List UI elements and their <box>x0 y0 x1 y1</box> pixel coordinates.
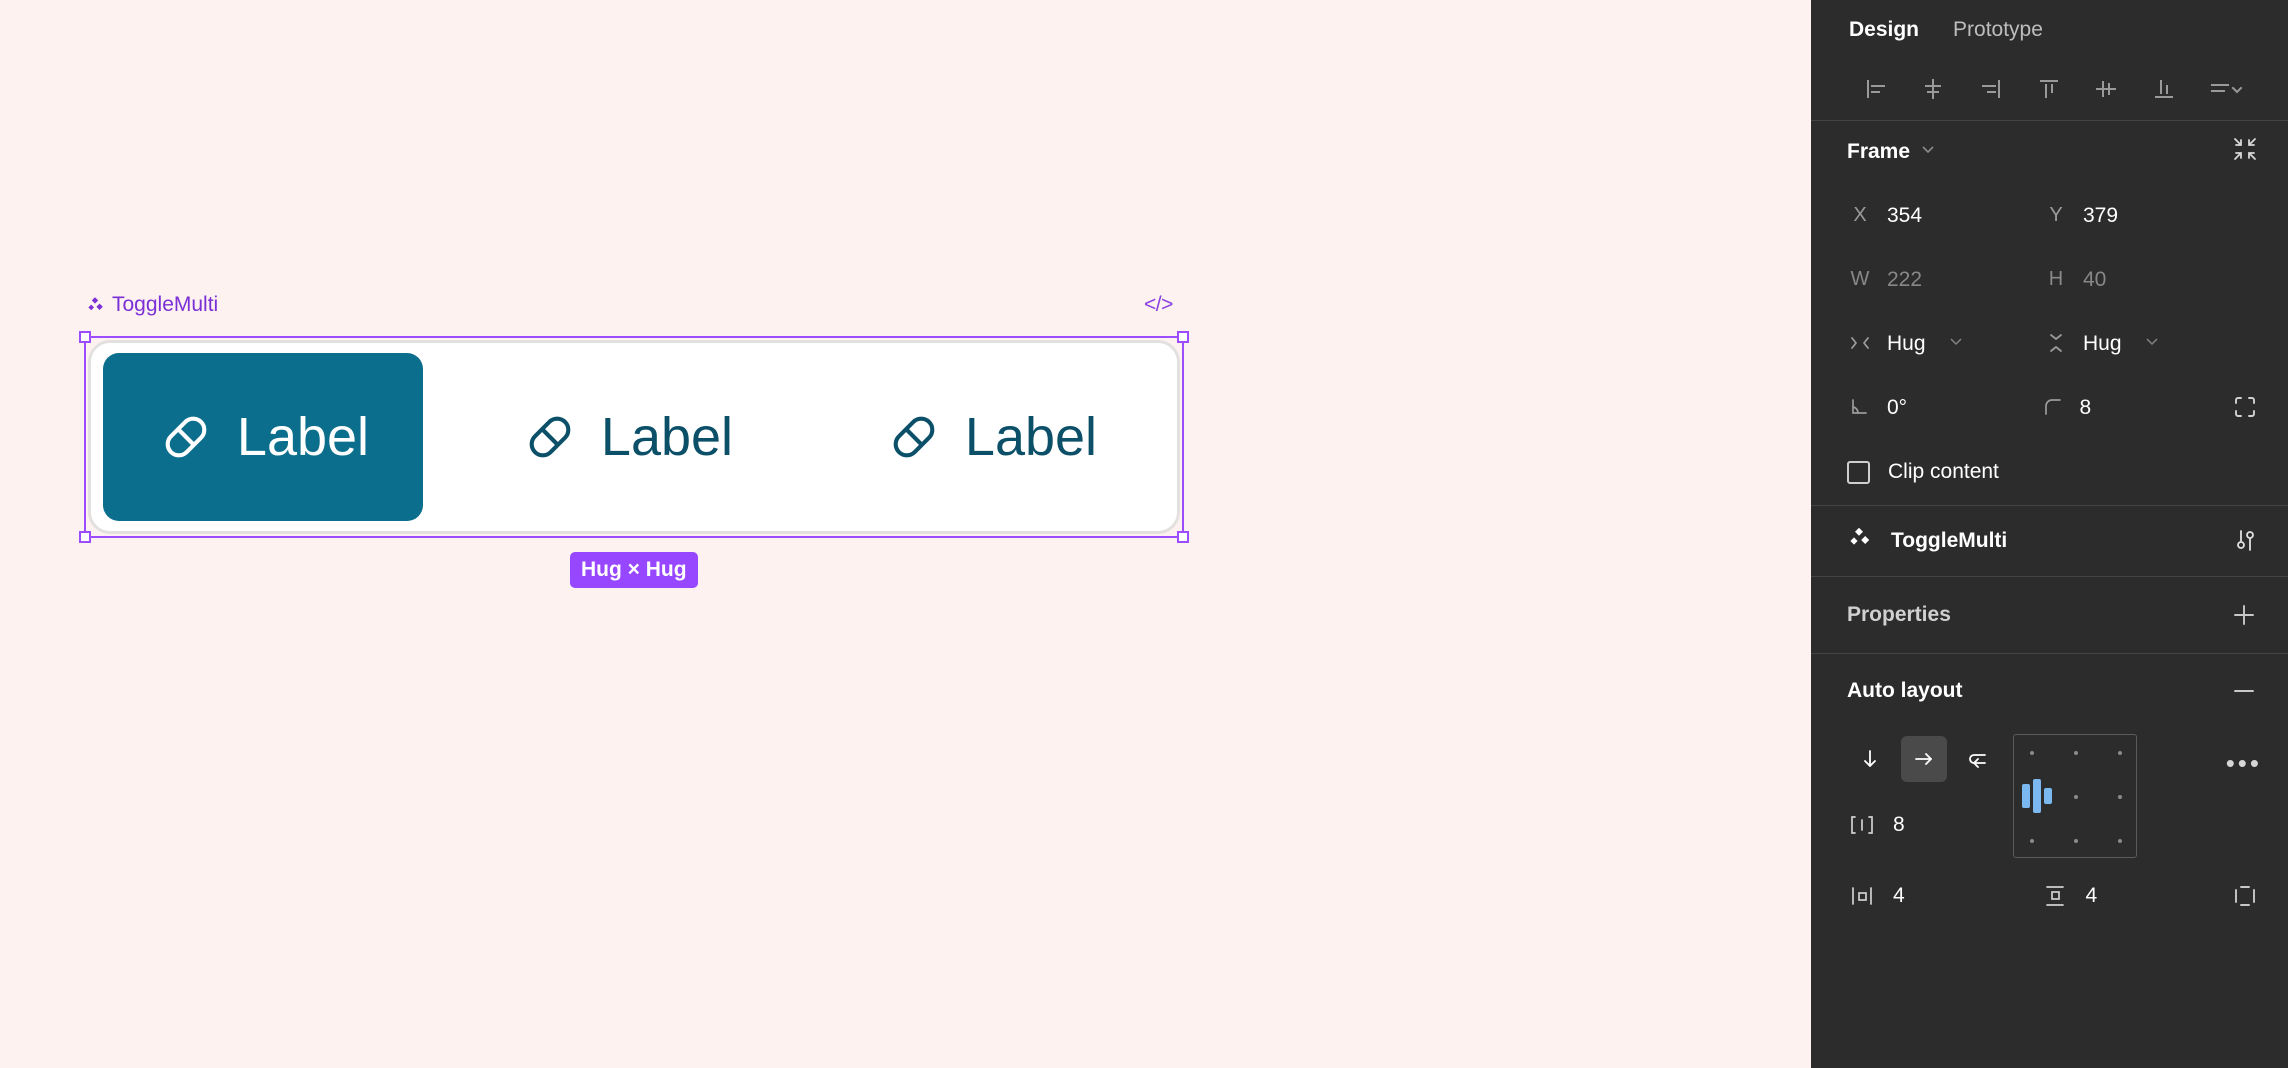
vertical-resizing-field[interactable]: Hug <box>2043 321 2239 365</box>
panel-tabs: Design Prototype <box>1811 0 2288 58</box>
minus-icon[interactable] <box>2230 677 2258 705</box>
corner-radius-icon <box>2040 396 2066 418</box>
toggle-multi-component[interactable]: Label Label Label <box>88 340 1180 534</box>
resize-handle-top-left[interactable] <box>79 331 91 343</box>
tab-design[interactable]: Design <box>1849 19 1919 40</box>
toggle-option-label: Label <box>236 407 370 467</box>
alignment-toolbar <box>1811 58 2288 120</box>
rotation-icon <box>1847 396 1873 418</box>
vertical-resizing-icon <box>2043 332 2069 354</box>
collapse-arrows-icon[interactable] <box>2232 136 2258 168</box>
h-label: H <box>2048 267 2064 290</box>
toggle-option-label: Label <box>964 407 1098 467</box>
independent-corners-icon[interactable] <box>2232 394 2258 420</box>
resize-handle-bottom-left[interactable] <box>79 531 91 543</box>
y-label: Y <box>2049 203 2063 226</box>
frame-title: Frame <box>1847 140 1911 163</box>
horizontal-resizing-icon <box>1847 332 1873 354</box>
node-name-text: ToggleMulti <box>112 293 219 316</box>
plus-icon[interactable] <box>2230 601 2258 629</box>
properties-section-header: Properties <box>1811 577 2288 653</box>
toggle-option-1[interactable]: Label <box>103 353 423 521</box>
align-bottom-icon[interactable] <box>2135 67 2193 111</box>
x-field[interactable]: X 354 <box>1847 193 2043 237</box>
size-row: W 222 H 40 <box>1811 247 2288 311</box>
properties-title: Properties <box>1847 603 1951 626</box>
corner-radius-field[interactable]: 8 <box>2040 385 2233 429</box>
padding-row: 4 4 <box>1847 860 2258 932</box>
toggle-option-label: Label <box>600 407 734 467</box>
variant-sliders-icon[interactable] <box>2232 528 2258 554</box>
direction-horizontal-icon[interactable] <box>1901 736 1947 782</box>
auto-layout-title: Auto layout <box>1847 679 1963 702</box>
individual-padding-icon[interactable] <box>2232 883 2258 909</box>
align-right-icon[interactable] <box>1962 67 2020 111</box>
vertical-resizing-value: Hug <box>2083 331 2122 355</box>
alignment-grid-picker[interactable] <box>2013 734 2137 858</box>
alignment-indicator-bars <box>2022 779 2052 813</box>
h-value: 40 <box>2083 267 2107 291</box>
pill-icon <box>893 416 935 458</box>
design-canvas[interactable]: ToggleMulti </> Label Label Label Hug × … <box>0 0 1811 1068</box>
tab-prototype[interactable]: Prototype <box>1953 19 2043 40</box>
horizontal-padding-field[interactable]: 4 <box>1847 884 2040 908</box>
chevron-down-icon[interactable] <box>1919 140 1937 164</box>
component-name: ToggleMulti <box>1891 529 2008 552</box>
rotation-corner-row: 0° 8 <box>1811 375 2288 439</box>
gap-value: 8 <box>1893 813 1905 836</box>
more-options-icon[interactable]: ••• <box>2226 750 2262 776</box>
x-label: X <box>1853 203 1867 226</box>
rotation-value: 0° <box>1887 395 1908 419</box>
vertical-padding-field[interactable]: 4 <box>2040 884 2233 908</box>
align-top-icon[interactable] <box>2020 67 2078 111</box>
distribute-menu-icon[interactable] <box>2192 67 2260 111</box>
toggle-option-3[interactable]: Label <box>831 353 1151 521</box>
w-label: W <box>1850 267 1870 290</box>
toggle-option-2[interactable]: Label <box>467 353 787 521</box>
code-view-icon[interactable]: </> <box>1144 294 1173 315</box>
frame-section-header: Frame <box>1811 121 2288 183</box>
chevron-down-icon[interactable] <box>1948 332 1964 355</box>
horizontal-padding-icon <box>1847 884 1877 908</box>
align-left-icon[interactable] <box>1847 67 1905 111</box>
clip-content-label: Clip content <box>1888 460 1999 483</box>
chevron-down-icon[interactable] <box>2144 332 2160 355</box>
component-diamond-icon <box>1847 526 1871 556</box>
align-horizontal-center-icon[interactable] <box>1905 67 1963 111</box>
clip-content-row[interactable]: Clip content <box>1811 439 2288 505</box>
component-section: ToggleMulti <box>1811 506 2288 576</box>
height-field[interactable]: H 40 <box>2043 257 2239 301</box>
pill-icon <box>529 416 571 458</box>
pill-icon <box>165 416 207 458</box>
resizing-row: Hug Hug <box>1811 311 2288 375</box>
horizontal-resizing-field[interactable]: Hug <box>1847 321 2043 365</box>
w-value: 222 <box>1887 267 1923 291</box>
direction-vertical-icon[interactable] <box>1847 736 1893 782</box>
gap-spacing-icon <box>1847 813 1877 837</box>
design-panel: Design Prototype Frame X 354 Y 379 W 222… <box>1811 0 2288 1068</box>
auto-layout-controls: 8 4 4 ••• <box>1811 728 2288 932</box>
vertical-padding-value: 4 <box>2085 884 2098 907</box>
size-badge: Hug × Hug <box>570 552 698 588</box>
rotation-field[interactable]: 0° <box>1847 385 2040 429</box>
vertical-padding-icon <box>2040 884 2070 908</box>
horizontal-padding-value: 4 <box>1893 884 1905 907</box>
corner-radius-value: 8 <box>2079 395 2092 419</box>
position-row: X 354 Y 379 <box>1811 183 2288 247</box>
node-name-label[interactable]: ToggleMulti <box>86 294 218 315</box>
direction-wrap-icon[interactable] <box>1955 736 2001 782</box>
width-field[interactable]: W 222 <box>1847 257 2043 301</box>
clip-content-checkbox[interactable] <box>1847 460 1870 484</box>
auto-layout-section-header: Auto layout <box>1811 654 2288 728</box>
x-value: 354 <box>1887 203 1923 227</box>
align-vertical-center-icon[interactable] <box>2077 67 2135 111</box>
y-value: 379 <box>2083 203 2119 227</box>
resize-handle-bottom-right[interactable] <box>1177 531 1189 543</box>
component-diamond-icon <box>88 296 103 310</box>
y-field[interactable]: Y 379 <box>2043 193 2239 237</box>
horizontal-resizing-value: Hug <box>1887 331 1926 355</box>
resize-handle-top-right[interactable] <box>1177 331 1189 343</box>
